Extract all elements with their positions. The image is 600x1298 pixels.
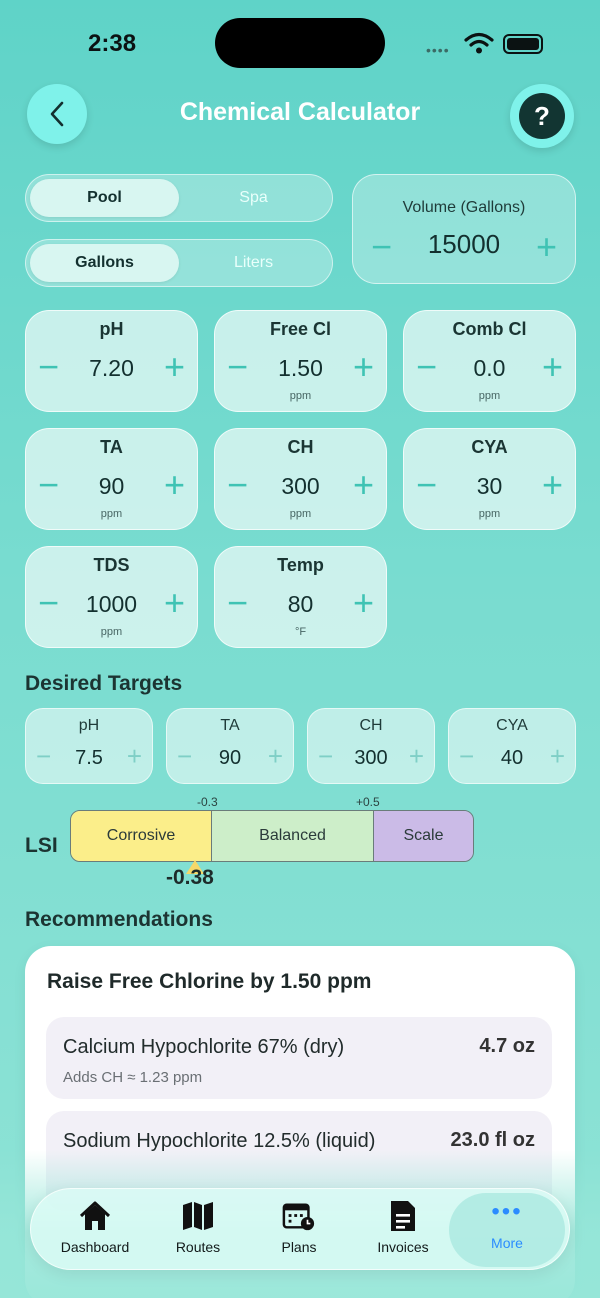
target-label: pH xyxy=(78,717,100,734)
lsi-value: -0.38 xyxy=(166,866,214,889)
reading-unit: ppm xyxy=(100,508,123,520)
dynamic-island xyxy=(215,18,385,68)
increase-button[interactable]: + xyxy=(353,349,374,385)
tab-label: Plans xyxy=(281,1239,317,1255)
lsi-balanced-segment: Balanced xyxy=(212,811,374,861)
target-card-ta: TA −90 + xyxy=(166,708,294,784)
targets-heading: Desired Targets xyxy=(25,672,183,695)
target-increase-button[interactable]: + xyxy=(550,743,565,769)
target-increase-button[interactable]: + xyxy=(268,743,283,769)
reading-unit: ppm xyxy=(100,626,123,638)
water-type-toggle: Pool Spa xyxy=(25,174,333,222)
battery-icon xyxy=(503,34,543,54)
volume-label: Volume (Gallons) xyxy=(402,199,526,216)
house-icon xyxy=(78,1199,112,1233)
reading-card-ch: CH −300 + ppm xyxy=(214,428,387,530)
reading-label: Free Cl xyxy=(269,319,332,339)
unit-liters[interactable]: Liters xyxy=(179,244,328,282)
volume-increase-button[interactable]: + xyxy=(536,229,557,265)
calendar-clock-icon xyxy=(282,1199,316,1233)
reading-label: pH xyxy=(99,319,124,339)
target-increase-button[interactable]: + xyxy=(127,743,142,769)
tab-routes[interactable]: Routes xyxy=(149,1189,247,1271)
reading-unit: ppm xyxy=(289,508,312,520)
map-icon xyxy=(181,1199,215,1233)
increase-button[interactable]: + xyxy=(164,585,185,621)
ellipsis-icon: ••• xyxy=(491,1198,523,1225)
volume-stepper: Volume (Gallons) − 15000 + xyxy=(352,174,576,284)
lsi-corrosive-segment: Corrosive xyxy=(71,811,212,861)
reading-card-ta: TA −90 + ppm xyxy=(25,428,198,530)
reading-label: TA xyxy=(100,437,123,457)
target-card-ph: pH −7.5 + xyxy=(25,708,153,784)
tab-bar: Dashboard Routes Plans Invoices ••• More xyxy=(30,1188,570,1270)
tab-label: More xyxy=(491,1235,523,1251)
reading-card-cya: CYA −30 + ppm xyxy=(403,428,576,530)
chemical-note: Adds CH ≈ 1.23 ppm xyxy=(63,1069,203,1086)
unit-gallons[interactable]: Gallons xyxy=(30,244,179,282)
tab-dashboard[interactable]: Dashboard xyxy=(41,1189,149,1271)
reading-unit: ppm xyxy=(478,390,501,402)
reading-unit: ppm xyxy=(478,508,501,520)
lsi-tick-high: +0.5 xyxy=(356,795,380,809)
tab-more[interactable]: ••• More xyxy=(449,1193,565,1267)
lsi-scale: Corrosive Balanced Scale xyxy=(70,810,474,862)
reading-label: Comb Cl xyxy=(452,319,527,339)
reading-card-temp: Temp −80 + °F xyxy=(214,546,387,648)
unit-toggle: Gallons Liters xyxy=(25,239,333,287)
help-button[interactable]: ? xyxy=(510,84,574,148)
reading-label: CYA xyxy=(471,437,508,457)
reading-label: CH xyxy=(287,437,314,457)
increase-button[interactable]: + xyxy=(542,349,563,385)
increase-button[interactable]: + xyxy=(164,349,185,385)
chemical-amount: 23.0 fl oz xyxy=(450,1129,535,1151)
lsi-label: LSI xyxy=(25,834,58,857)
target-increase-button[interactable]: + xyxy=(409,743,424,769)
document-icon xyxy=(386,1199,420,1233)
increase-button[interactable]: + xyxy=(542,467,563,503)
tab-label: Routes xyxy=(175,1239,221,1255)
increase-button[interactable]: + xyxy=(353,585,374,621)
signal-icon: •••• xyxy=(426,42,450,58)
lsi-scale-segment: Scale xyxy=(374,811,473,861)
target-card-ch: CH −300 + xyxy=(307,708,435,784)
target-card-cya: CYA −40 + xyxy=(448,708,576,784)
status-bar: 2:38 •••• xyxy=(0,0,600,90)
tab-label: Dashboard xyxy=(60,1239,130,1255)
question-icon: ? xyxy=(519,93,565,139)
increase-button[interactable]: + xyxy=(353,467,374,503)
chemical-amount: 4.7 oz xyxy=(479,1035,535,1057)
increase-button[interactable]: + xyxy=(164,467,185,503)
nav-header: Chemical Calculator ? xyxy=(0,84,600,148)
reading-label: Temp xyxy=(277,555,324,575)
water-type-spa[interactable]: Spa xyxy=(179,179,328,217)
wifi-icon xyxy=(464,32,494,54)
recommendation-title: Raise Free Chlorine by 1.50 ppm xyxy=(47,970,372,993)
recommendation-item[interactable]: Calcium Hypochlorite 67% (dry) 4.7 oz Ad… xyxy=(46,1017,552,1099)
target-label: CYA xyxy=(496,717,528,734)
target-label: TA xyxy=(220,717,240,734)
reading-card-ph: pH −7.20 + xyxy=(25,310,198,412)
reading-card-comb-cl: Comb Cl −0.0 + ppm xyxy=(403,310,576,412)
recommendations-heading: Recommendations xyxy=(25,908,213,931)
reading-unit: ppm xyxy=(289,390,312,402)
reading-card-tds: TDS −1000 + ppm xyxy=(25,546,198,648)
tab-invoices[interactable]: Invoices xyxy=(351,1189,455,1271)
tab-label: Invoices xyxy=(377,1239,429,1255)
target-label: CH xyxy=(359,717,383,734)
lsi-tick-low: -0.3 xyxy=(197,795,218,809)
tab-plans[interactable]: Plans xyxy=(247,1189,351,1271)
reading-card-free-cl: Free Cl −1.50 + ppm xyxy=(214,310,387,412)
reading-label: TDS xyxy=(93,555,130,575)
water-type-pool[interactable]: Pool xyxy=(30,179,179,217)
reading-unit: °F xyxy=(294,626,307,638)
chemical-name: Calcium Hypochlorite 67% (dry) xyxy=(63,1036,345,1058)
status-time: 2:38 xyxy=(88,30,137,57)
